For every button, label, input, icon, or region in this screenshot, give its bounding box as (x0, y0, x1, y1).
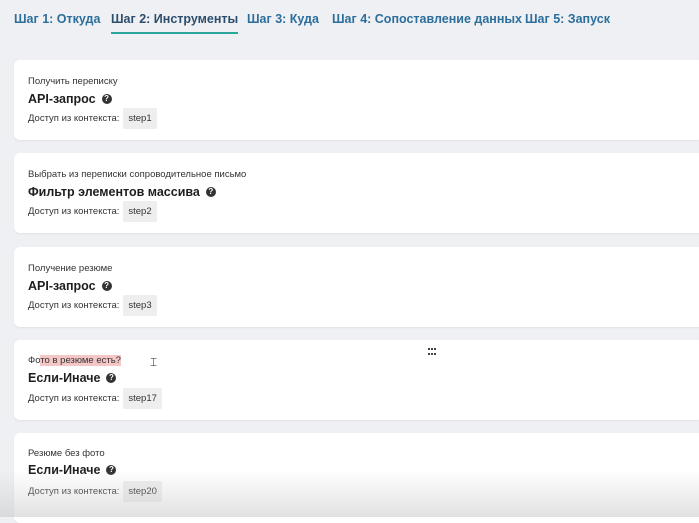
step-title: API-запрос ? (28, 279, 112, 293)
context-label: Доступ из контекста: (28, 206, 120, 217)
context-chip: step1 (123, 108, 157, 129)
step-title-text: Если-Иначе (28, 371, 101, 385)
step-card-4[interactable]: Фото в резюме есть? Если-Иначе ? Доступ … (14, 340, 699, 420)
step-subtitle: Получить переписку (28, 76, 118, 87)
step-subtitle: Получение резюме (28, 263, 113, 274)
tab-step-3[interactable]: Шаг 3: Куда (247, 12, 319, 32)
step-title: Фильтр элементов массива ? (28, 185, 216, 199)
step-subtitle: Резюме без фото (28, 448, 105, 459)
tab-step-1[interactable]: Шаг 1: Откуда (14, 12, 100, 32)
question-circle-icon[interactable]: ? (101, 94, 112, 104)
step-title-text: API-запрос (28, 279, 96, 293)
step-subtitle: Выбрать из переписки сопроводительное пи… (28, 169, 247, 180)
step-title-text: Фильтр элементов массива (28, 185, 200, 199)
selected-text: то в резюме есть? (40, 355, 121, 366)
question-circle-icon[interactable]: ? (101, 281, 112, 291)
context-chip: step2 (123, 201, 157, 222)
context-access: Доступ из контекста: step20 (28, 481, 162, 502)
context-access: Доступ из контекста: step1 (28, 108, 157, 129)
step-card-2[interactable]: Выбрать из переписки сопроводительное пи… (14, 153, 699, 233)
question-circle-icon[interactable]: ? (106, 465, 117, 475)
context-label: Доступ из контекста: (28, 300, 120, 311)
grid-dots-icon[interactable] (428, 348, 438, 356)
step-tabs: Шаг 1: Откуда Шаг 2: Инструменты Шаг 3: … (0, 0, 699, 46)
context-label: Доступ из контекста: (28, 486, 120, 497)
context-chip: step3 (123, 295, 157, 316)
context-label: Доступ из контекста: (28, 113, 120, 124)
context-access: Доступ из контекста: step3 (28, 295, 157, 316)
context-access: Доступ из контекста: step2 (28, 201, 157, 222)
step-title: API-запрос ? (28, 92, 112, 106)
context-label: Доступ из контекста: (28, 393, 120, 404)
context-access: Доступ из контекста: step17 (28, 388, 162, 409)
step-card-5[interactable]: Резюме без фото Если-Иначе ? Доступ из к… (14, 433, 699, 523)
tab-step-5[interactable]: Шаг 5: Запуск (525, 12, 610, 32)
text-cursor-icon: ⌶ (150, 355, 158, 369)
question-circle-icon[interactable]: ? (106, 373, 117, 383)
tab-step-2[interactable]: Шаг 2: Инструменты (111, 12, 239, 34)
step-title-text: Если-Иначе (28, 463, 101, 477)
step-subtitle[interactable]: Фото в резюме есть? (28, 355, 121, 366)
step-title: Если-Иначе ? (28, 463, 117, 477)
step-subtitle-text: Фо (28, 355, 41, 366)
tab-step-4[interactable]: Шаг 4: Сопоставление данных (332, 12, 522, 32)
step-title-text: API-запрос (28, 92, 96, 106)
context-chip: step20 (123, 481, 162, 502)
step-card-1[interactable]: Получить переписку API-запрос ? Доступ и… (14, 60, 699, 140)
context-chip: step17 (123, 388, 162, 409)
question-circle-icon[interactable]: ? (205, 187, 216, 197)
step-card-3[interactable]: Получение резюме API-запрос ? Доступ из … (14, 247, 699, 327)
step-title: Если-Иначе ? (28, 371, 117, 385)
